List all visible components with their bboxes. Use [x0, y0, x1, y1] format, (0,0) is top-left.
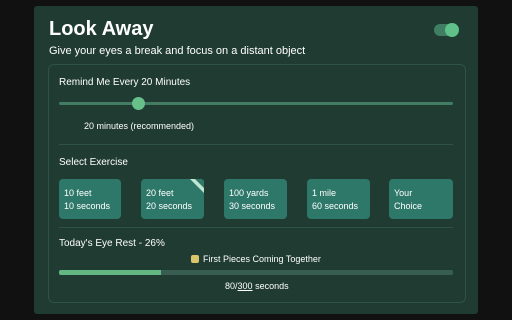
seconds-unit: seconds	[252, 281, 289, 291]
page-subtitle: Give your eyes a break and focus on a di…	[49, 45, 306, 57]
page-title: Look Away	[49, 18, 154, 40]
achievement-text: First Pieces Coming Together	[203, 254, 321, 264]
exercise-duration: 10 seconds	[64, 201, 111, 211]
current-seconds: 80	[225, 281, 236, 291]
exercise-distance: 1 mile	[312, 188, 337, 198]
reminder-slider[interactable]	[59, 97, 453, 110]
selected-corner-inner	[195, 179, 204, 188]
enable-toggle[interactable]	[434, 23, 459, 37]
exercise-distance: Your	[394, 188, 413, 198]
look-away-panel: Look Away Give your eyes a break and foc…	[34, 6, 478, 314]
total-seconds: 300	[237, 281, 253, 291]
exercise-duration: 20 seconds	[146, 201, 193, 211]
divider	[59, 144, 453, 145]
exercise-option-20-feet[interactable]: 20 feet 20 seconds	[141, 179, 204, 219]
eye-rest-label: Today's Eye Rest - 26%	[59, 238, 165, 249]
exercise-label: Select Exercise	[59, 157, 128, 168]
exercise-duration: Choice	[394, 201, 423, 211]
exercise-option-10-feet[interactable]: 10 feet 10 seconds	[59, 179, 121, 219]
exercise-option-1-mile[interactable]: 1 mile 60 seconds	[307, 179, 370, 219]
puzzle-piece-icon	[191, 255, 199, 263]
exercise-option-your-choice[interactable]: Your Choice	[389, 179, 453, 219]
progress-fill	[59, 270, 162, 275]
exercise-duration: 60 seconds	[312, 201, 359, 211]
divider	[59, 227, 453, 228]
slider-thumb[interactable]	[131, 97, 145, 110]
reminder-label: Remind Me Every 20 Minutes	[59, 77, 191, 88]
exercise-distance: 100 yards	[229, 188, 269, 198]
eye-rest-progress	[59, 270, 453, 275]
toggle-knob	[445, 23, 459, 37]
exercise-duration: 30 seconds	[229, 201, 276, 211]
slider-caption: 20 minutes (recommended)	[84, 121, 195, 131]
exercise-distance: 10 feet	[64, 188, 92, 198]
settings-card: Remind Me Every 20 Minutes 20 minutes (r…	[48, 64, 466, 303]
achievement-badge: First Pieces Coming Together	[191, 254, 321, 264]
seconds-readout: 80/300 seconds	[225, 281, 289, 291]
exercise-option-100-yards[interactable]: 100 yards 30 seconds	[224, 179, 287, 219]
